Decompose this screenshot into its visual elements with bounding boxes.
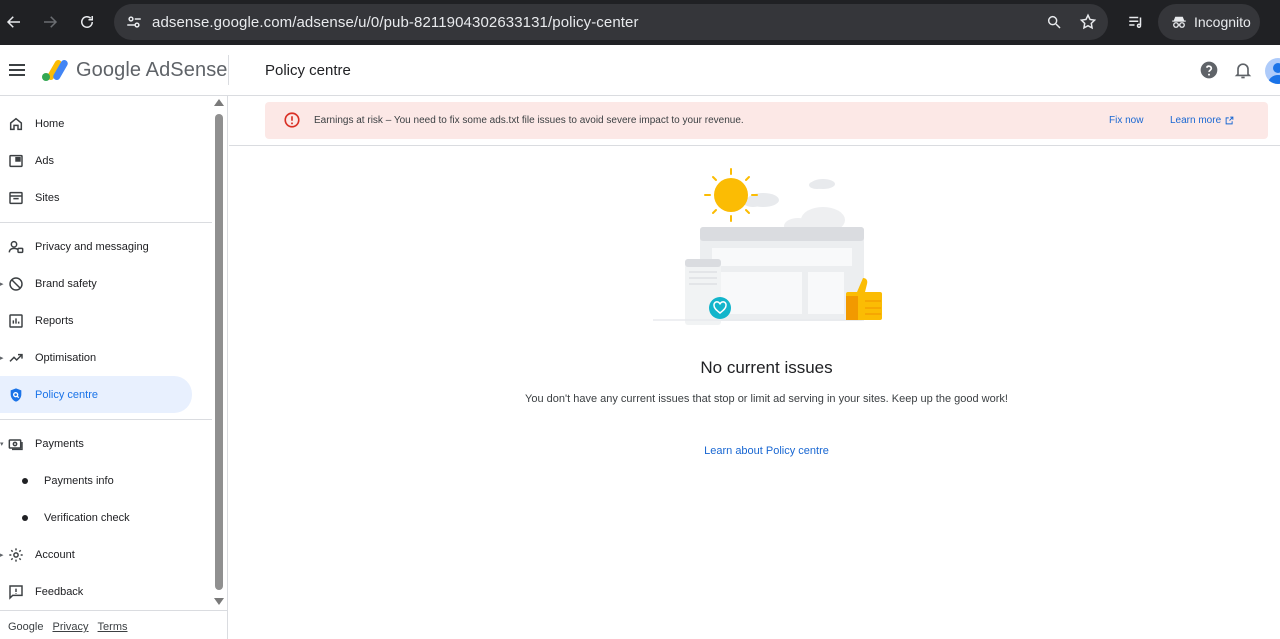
sidebar-item-privacy[interactable]: Privacy and messaging (0, 228, 192, 265)
account-avatar[interactable] (1265, 58, 1280, 84)
sidebar-scrollbar[interactable] (212, 96, 226, 608)
incognito-badge[interactable]: Incognito (1158, 4, 1260, 40)
scroll-up-arrow-icon[interactable] (214, 99, 224, 106)
adsense-logo-icon (42, 60, 68, 81)
fix-now-link[interactable]: Fix now (1109, 115, 1143, 126)
app-header: Google AdSense Policy centre (0, 45, 1280, 96)
learn-about-policy-centre-link-text[interactable]: Learn about Policy centre (704, 445, 829, 457)
block-icon (8, 276, 24, 292)
incognito-label: Incognito (1194, 14, 1251, 30)
expand-caret-icon[interactable]: ▸ (0, 280, 4, 288)
zoom-icon[interactable] (1044, 12, 1064, 32)
sidebar-item-brand-safety[interactable]: ▸ Brand safety (0, 265, 192, 302)
sidebar-divider (0, 610, 228, 611)
sidebar-item-payments[interactable]: ▾ Payments (0, 425, 192, 462)
open-in-new-icon (1225, 116, 1234, 125)
learn-more-label: Learn more (1170, 115, 1222, 126)
sidebar-item-label: Brand safety (35, 277, 97, 290)
reports-icon (8, 313, 24, 329)
sidebar-item-label: Reports (35, 314, 74, 327)
sidebar-item-label: Payments (35, 437, 84, 450)
sidebar-item-label: Feedback (35, 585, 84, 598)
learn-more-link[interactable]: Learn more (1170, 115, 1234, 126)
back-icon[interactable] (0, 4, 32, 40)
sidebar-item-policy-centre[interactable]: Policy centre (0, 376, 192, 413)
earnings-alert-banner: Earnings at risk – You need to fix some … (265, 102, 1268, 139)
shield-icon (8, 387, 24, 403)
reload-icon[interactable] (69, 4, 105, 40)
bookmark-star-icon[interactable] (1078, 12, 1098, 32)
scroll-down-arrow-icon[interactable] (214, 598, 224, 605)
sidebar-item-label: Verification check (44, 511, 130, 524)
sidebar-item-home[interactable]: Home (0, 105, 192, 142)
alert-message: Earnings at risk – You need to fix some … (314, 115, 744, 126)
sidebar-item-label: Optimisation (35, 351, 97, 364)
trending-up-icon (8, 350, 24, 366)
incognito-icon (1170, 13, 1188, 31)
collapse-caret-icon[interactable]: ▾ (0, 440, 4, 448)
sidebar-item-payments-info[interactable]: Payments info (0, 462, 192, 499)
sidebar-divider (0, 419, 212, 420)
sidebar-item-verification-check[interactable]: Verification check (0, 499, 192, 536)
main-menu-icon[interactable] (7, 60, 27, 80)
sidebar-item-label: Ads (35, 154, 54, 167)
bullet-icon (22, 477, 28, 484)
footer-google: Google (8, 621, 44, 633)
media-controls-icon[interactable] (1124, 10, 1148, 34)
content-divider (229, 145, 1280, 146)
browser-toolbar: adsense.google.com/adsense/u/0/pub-82119… (0, 0, 1280, 45)
sidebar-nav: Home Ads Sites Privacy and messaging ▸ B… (0, 96, 228, 639)
logo-text: Google AdSense (76, 58, 228, 81)
learn-about-policy-centre-link: Learn about Policy centre (229, 445, 1280, 457)
url-text[interactable]: adsense.google.com/adsense/u/0/pub-82119… (152, 14, 639, 31)
address-bar[interactable]: adsense.google.com/adsense/u/0/pub-82119… (114, 4, 1108, 40)
header-divider (228, 55, 229, 85)
sites-icon (8, 190, 24, 206)
expand-caret-icon[interactable]: ▸ (0, 551, 4, 559)
footer-terms-link[interactable]: Terms (98, 621, 128, 633)
feedback-icon (8, 584, 24, 600)
sidebar-item-label: Payments info (44, 474, 114, 487)
sidebar-item-reports[interactable]: Reports (0, 302, 192, 339)
sidebar-footer: Google Privacy Terms (8, 621, 128, 633)
notifications-bell-icon[interactable] (1233, 60, 1253, 80)
footer-privacy-link[interactable]: Privacy (52, 621, 88, 633)
adsense-logo[interactable]: Google AdSense (40, 58, 228, 82)
forward-icon[interactable] (32, 4, 68, 40)
privacy-icon (8, 239, 24, 255)
home-icon (8, 116, 24, 132)
sidebar-divider (0, 222, 212, 223)
scrollbar-thumb[interactable] (215, 114, 223, 590)
sidebar-item-label: Home (35, 117, 65, 130)
no-issues-illustration (653, 168, 882, 325)
sidebar-item-label: Privacy and messaging (35, 240, 149, 253)
site-settings-icon[interactable] (116, 13, 152, 31)
bullet-icon (22, 514, 28, 521)
sidebar-item-label: Sites (35, 191, 60, 204)
ads-icon (8, 153, 24, 169)
sidebar-item-label: Policy centre (35, 388, 98, 401)
payments-icon (8, 436, 24, 452)
page-title: Policy centre (265, 62, 351, 79)
sidebar-item-account[interactable]: ▸ Account (0, 536, 192, 573)
gear-icon (8, 547, 24, 563)
main-content: Earnings at risk – You need to fix some … (229, 96, 1280, 639)
error-icon (283, 111, 301, 129)
empty-state-title: No current issues (700, 358, 833, 377)
expand-caret-icon[interactable]: ▸ (0, 354, 4, 362)
empty-state-description: You don't have any current issues that s… (525, 393, 1008, 405)
sidebar-item-optimisation[interactable]: ▸ Optimisation (0, 339, 192, 376)
sidebar-item-ads[interactable]: Ads (0, 142, 192, 179)
help-icon[interactable] (1199, 60, 1219, 80)
sidebar-item-sites[interactable]: Sites (0, 179, 192, 216)
sidebar-item-label: Account (35, 548, 75, 561)
sidebar-item-feedback[interactable]: Feedback (0, 573, 192, 610)
